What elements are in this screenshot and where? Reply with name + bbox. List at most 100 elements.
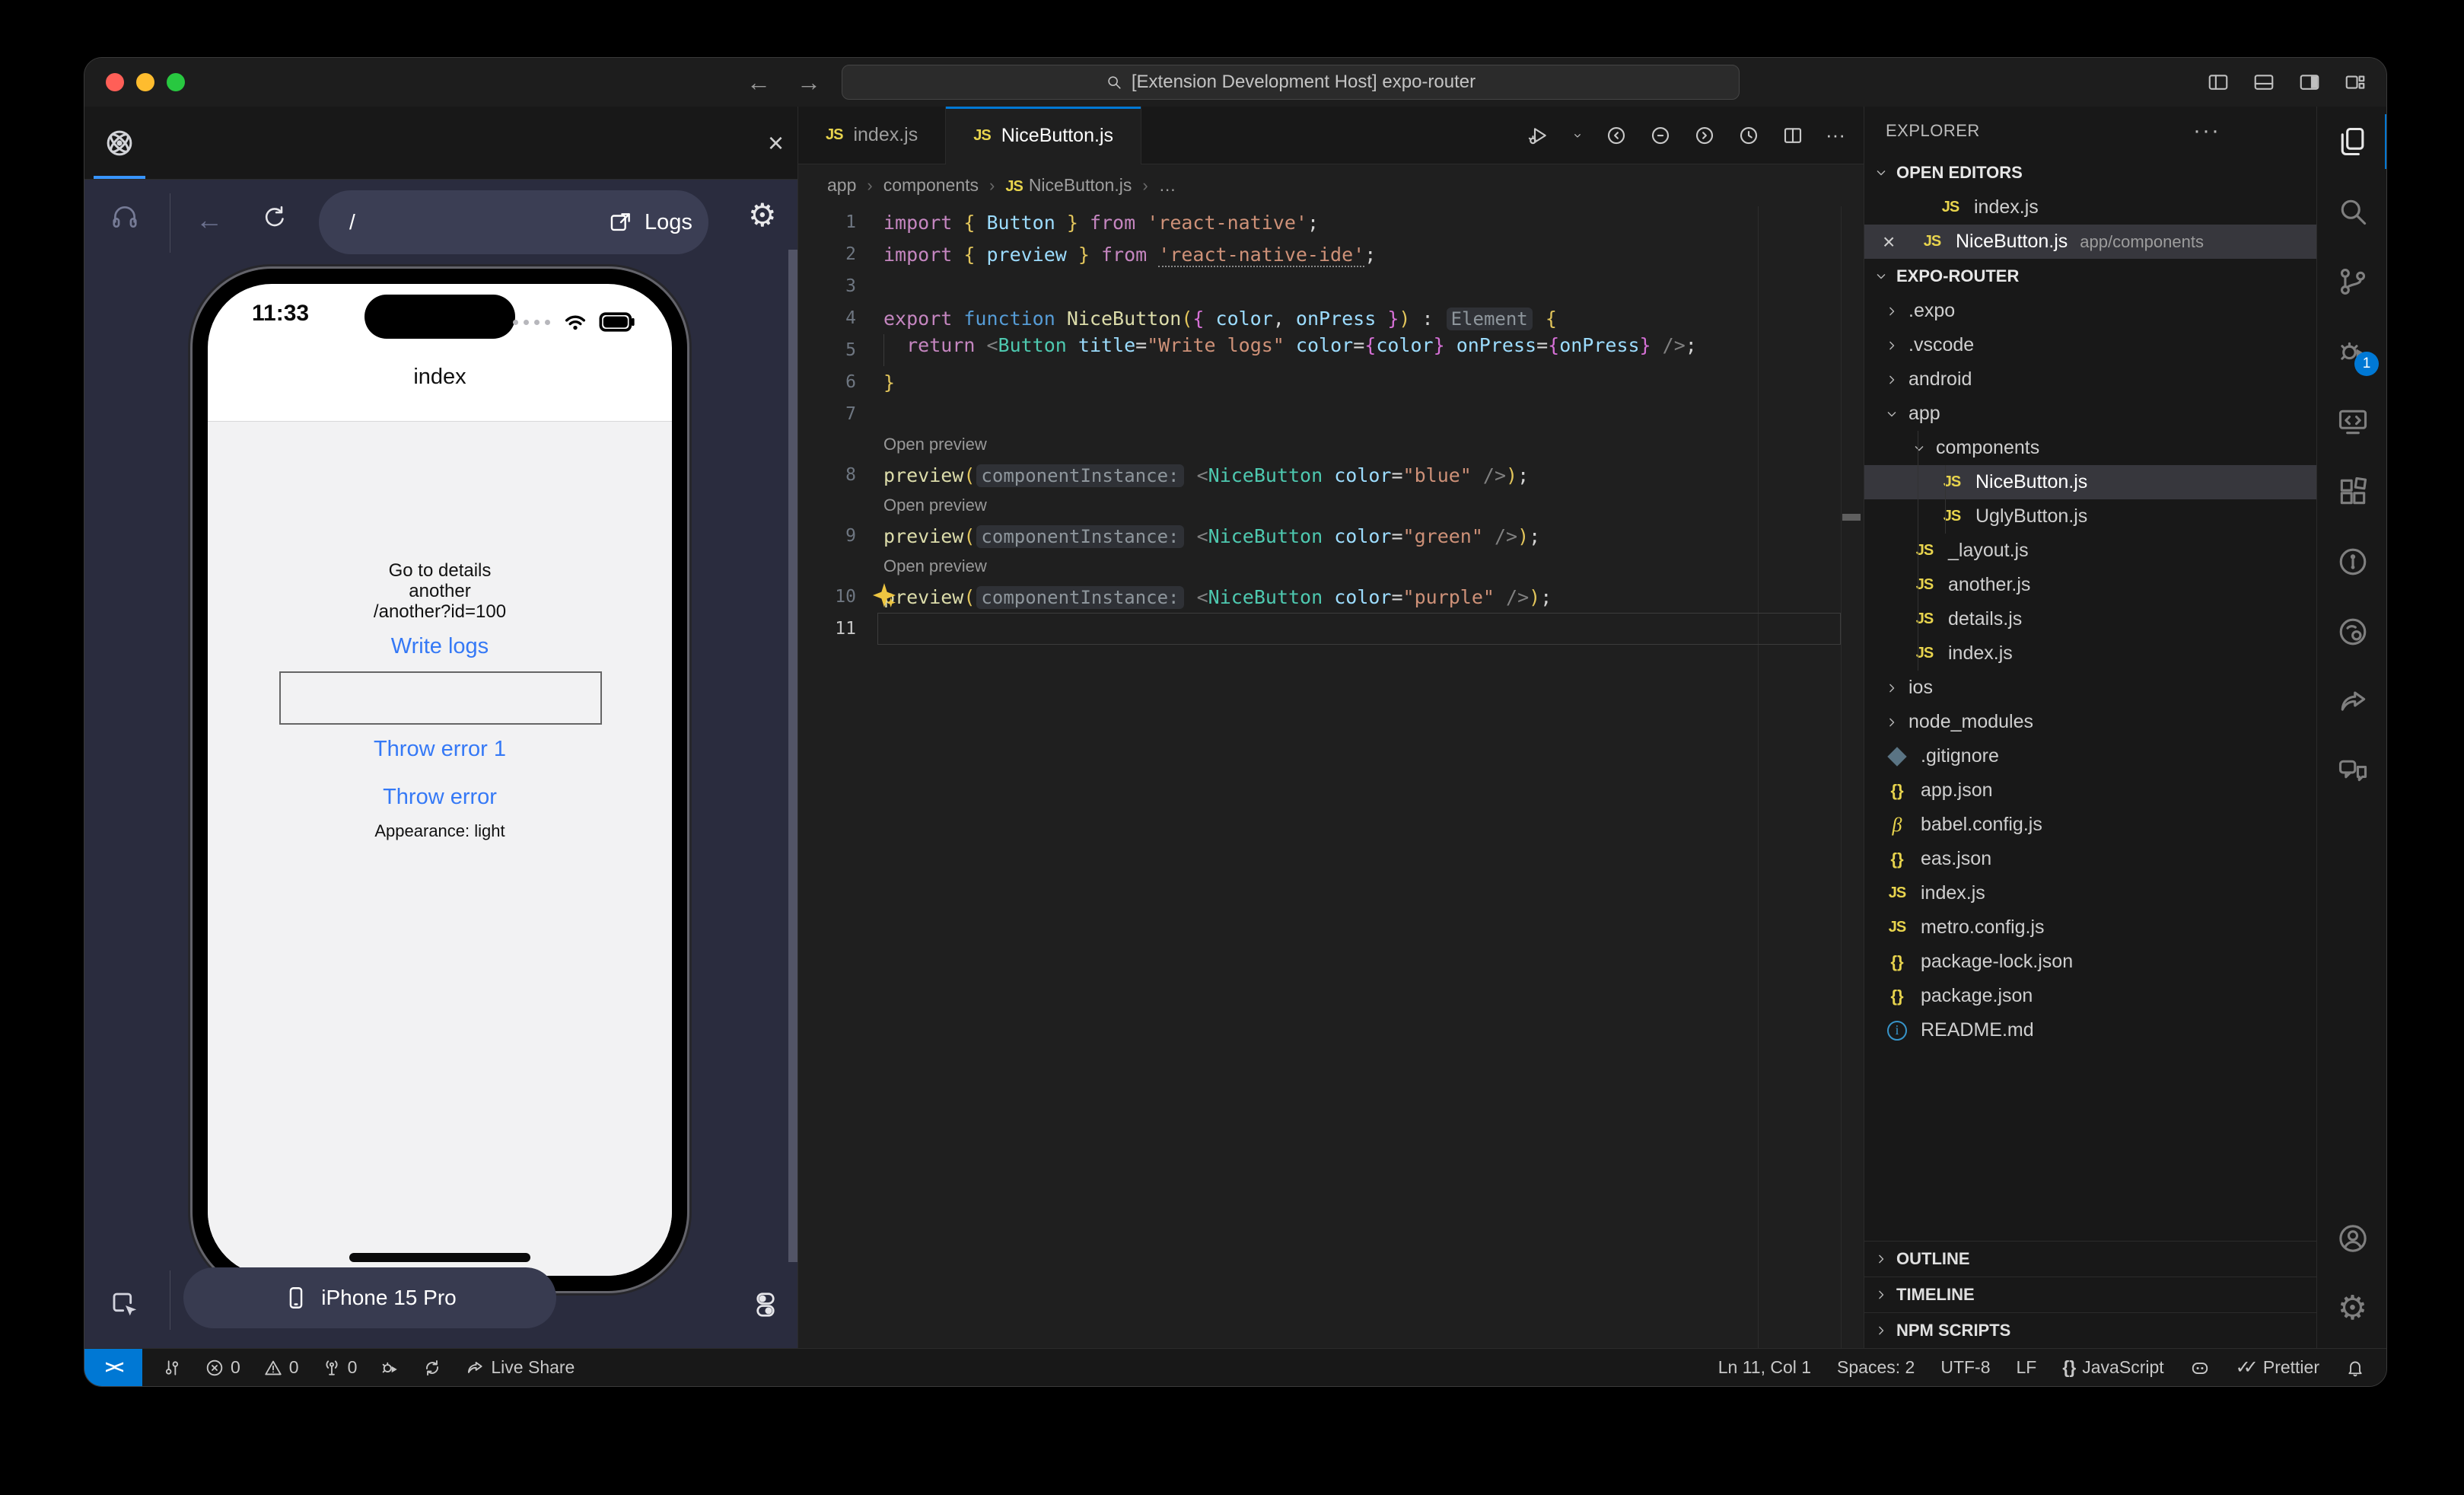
quick-fix-sparkle-icon[interactable] xyxy=(870,581,899,610)
tree-item-app.json[interactable]: {}app.json xyxy=(1864,773,2316,808)
tree-item-android[interactable]: android xyxy=(1864,362,2316,397)
extensions-icon[interactable] xyxy=(2317,457,2387,527)
tree-item-.expo[interactable]: .expo xyxy=(1864,294,2316,328)
status-ports[interactable] xyxy=(162,1358,182,1378)
status-warn[interactable]: 0 xyxy=(263,1357,299,1378)
close-panel-icon[interactable]: × xyxy=(768,129,784,157)
section-timeline[interactable]: TIMELINE xyxy=(1864,1277,2316,1312)
editor-tab-index.js[interactable]: JSindex.js xyxy=(798,107,946,164)
tree-item-ios[interactable]: ios xyxy=(1864,671,2316,705)
gitlens-icon[interactable] xyxy=(2317,527,2387,597)
code-editor[interactable]: 1import { Button } from 'react-native';2… xyxy=(798,206,1864,1348)
simulator-screen[interactable]: 11:33 index Go to detailsanother/another… xyxy=(208,284,672,1276)
more-actions-icon[interactable]: ··· xyxy=(2193,118,2220,144)
status-javascript[interactable]: {}JavaScript xyxy=(2062,1357,2163,1378)
command-center-search[interactable]: [Extension Development Host] expo-router xyxy=(842,65,1740,100)
debug-run-icon[interactable] xyxy=(1527,124,1550,147)
status-utf-8[interactable]: UTF-8 xyxy=(1940,1357,1990,1378)
status-liveshare[interactable]: Live Share xyxy=(465,1357,575,1378)
tree-item-components[interactable]: components xyxy=(1864,431,2316,465)
search-icon[interactable] xyxy=(2317,177,2387,247)
status-tower[interactable]: 0 xyxy=(322,1357,358,1378)
comments-icon[interactable] xyxy=(2317,737,2387,807)
section-npm-scripts[interactable]: NPM SCRIPTS xyxy=(1864,1312,2316,1348)
remote-explorer-icon[interactable] xyxy=(2317,387,2387,457)
split-editor-icon[interactable] xyxy=(1781,124,1804,147)
tree-item-package-lock.json[interactable]: {}package-lock.json xyxy=(1864,945,2316,979)
open-editors-header[interactable]: OPEN EDITORS xyxy=(1864,155,2316,190)
customize-layout-icon[interactable] xyxy=(2344,71,2367,94)
text-input[interactable] xyxy=(279,671,602,725)
close-editor-icon[interactable]: × xyxy=(1883,230,1895,254)
timeline-icon[interactable] xyxy=(1737,124,1760,147)
tree-item-node_modules[interactable]: node_modules xyxy=(1864,705,2316,739)
tree-item-.gitignore[interactable]: .gitignore xyxy=(1864,739,2316,773)
write-logs-link[interactable]: Write logs xyxy=(208,634,672,659)
navigate-forward-icon[interactable] xyxy=(1693,124,1716,147)
tree-item-another.js[interactable]: JSanother.js xyxy=(1864,568,2316,602)
tree-item-.vscode[interactable]: .vscode xyxy=(1864,328,2316,362)
reload-icon[interactable] xyxy=(261,204,288,231)
toggle-primary-sidebar-icon[interactable] xyxy=(2207,71,2230,94)
more-editor-actions-icon[interactable]: ··· xyxy=(1826,123,1845,147)
status-lf[interactable]: LF xyxy=(2017,1357,2037,1378)
navigate-back-icon[interactable] xyxy=(1605,124,1628,147)
tree-item-UglyButton.js[interactable]: JSUglyButton.js xyxy=(1864,499,2316,534)
tree-item-index.js[interactable]: JSindex.js xyxy=(1864,876,2316,910)
tree-item-metro.config.js[interactable]: JSmetro.config.js xyxy=(1864,910,2316,945)
status-prettier[interactable]: ✓✓Prettier xyxy=(2236,1356,2319,1379)
close-window-button[interactable] xyxy=(106,73,124,91)
tree-item-eas.json[interactable]: {}eas.json xyxy=(1864,842,2316,876)
back-icon[interactable]: ← xyxy=(196,204,223,236)
breadcrumb-item[interactable]: components xyxy=(883,175,979,196)
tree-item-app[interactable]: app xyxy=(1864,397,2316,431)
tree-item-babel.config.js[interactable]: βbabel.config.js xyxy=(1864,808,2316,842)
panel-scrollbar[interactable] xyxy=(788,250,797,1262)
breadcrumb-item[interactable]: app xyxy=(827,175,856,196)
history-forward-icon[interactable]: → xyxy=(797,69,821,97)
gitlens-inspect-icon[interactable] xyxy=(2317,597,2387,667)
tree-item-NiceButton.js[interactable]: JSNiceButton.js xyxy=(1864,465,2316,499)
explorer-icon[interactable] xyxy=(2317,107,2387,177)
tree-item-details.js[interactable]: JSdetails.js xyxy=(1864,602,2316,636)
source-control-icon[interactable] xyxy=(2317,247,2387,317)
navigation-dot-icon[interactable] xyxy=(1649,124,1672,147)
status-copilot[interactable] xyxy=(2190,1358,2210,1378)
device-settings-toggles-icon[interactable] xyxy=(751,1290,780,1319)
device-selector[interactable]: iPhone 15 Pro xyxy=(183,1267,556,1328)
status-ln-11-col-1[interactable]: Ln 11, Col 1 xyxy=(1718,1357,1811,1378)
live-share-icon[interactable] xyxy=(2317,667,2387,737)
throw-error-link[interactable]: Throw error xyxy=(208,785,672,810)
tree-item-_layout.js[interactable]: JS_layout.js xyxy=(1864,534,2316,568)
tree-item-index.js[interactable]: JSindex.js xyxy=(1864,636,2316,671)
editor-tab-NiceButton.js[interactable]: JSNiceButton.js xyxy=(946,107,1141,164)
history-back-icon[interactable]: ← xyxy=(747,69,771,97)
project-section-header[interactable]: EXPO-ROUTER xyxy=(1864,259,2316,294)
status-error[interactable]: 0 xyxy=(205,1357,240,1378)
minimize-window-button[interactable] xyxy=(136,73,154,91)
toggle-secondary-sidebar-icon[interactable] xyxy=(2298,71,2321,94)
codelens-open-preview[interactable]: Open preview xyxy=(798,491,1864,520)
open-editor-NiceButton.js[interactable]: ×JSNiceButton.jsapp/components xyxy=(1864,225,2316,259)
logs-button[interactable]: Logs xyxy=(608,190,692,254)
toggle-panel-icon[interactable] xyxy=(2252,71,2275,94)
settings-gear-icon[interactable]: ⚙ xyxy=(748,199,777,231)
zoom-window-button[interactable] xyxy=(167,73,185,91)
section-outline[interactable]: OUTLINE xyxy=(1864,1241,2316,1277)
breadcrumb-item[interactable]: … xyxy=(1159,175,1176,196)
headphones-icon[interactable] xyxy=(110,202,139,231)
open-editor-index.js[interactable]: JSindex.js xyxy=(1864,190,2316,225)
debug-dropdown-icon[interactable] xyxy=(1571,129,1584,142)
accounts-icon[interactable] xyxy=(2317,1203,2387,1273)
run-and-debug-icon[interactable]: 1 xyxy=(2317,317,2387,387)
tree-item-README.md[interactable]: iREADME.md xyxy=(1864,1013,2316,1047)
status-debugalt[interactable] xyxy=(380,1358,400,1378)
expo-panel-tab[interactable] xyxy=(84,107,154,179)
codelens-open-preview[interactable]: Open preview xyxy=(798,430,1864,459)
breadcrumb-item[interactable]: JSNiceButton.js xyxy=(1005,175,1132,196)
status-sync[interactable] xyxy=(422,1358,442,1378)
throw-error-1-link[interactable]: Throw error 1 xyxy=(208,737,672,762)
manage-icon[interactable]: ⚙ xyxy=(2317,1273,2387,1344)
remote-indicator[interactable]: >< xyxy=(84,1349,142,1386)
codelens-open-preview[interactable]: Open preview xyxy=(798,552,1864,581)
